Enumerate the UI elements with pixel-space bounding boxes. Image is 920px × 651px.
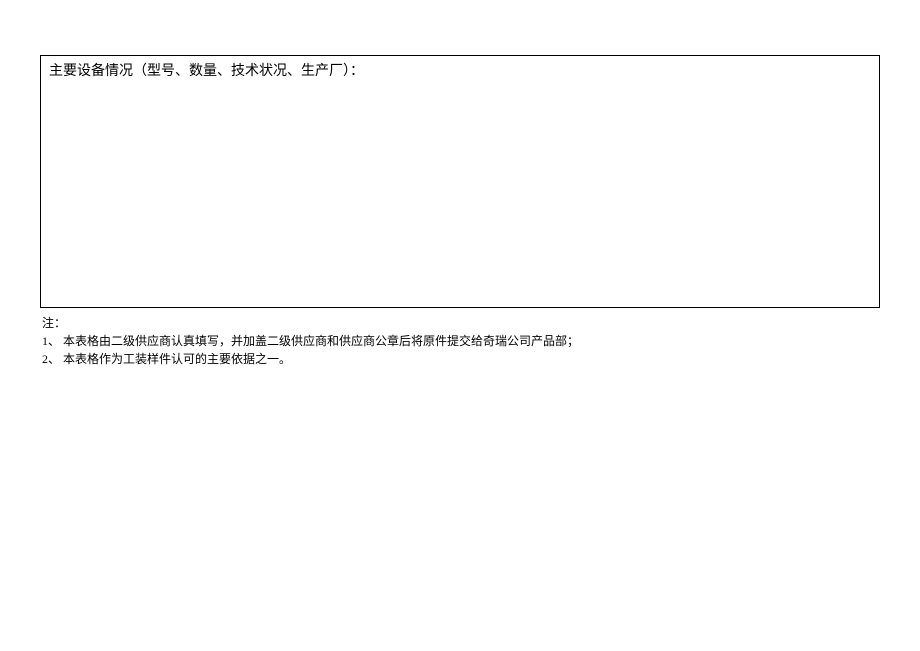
document-page: 主要设备情况（型号、数量、技术状况、生产厂）： 注： 1、 本表格由二级供应商认… — [0, 0, 920, 368]
equipment-info-box: 主要设备情况（型号、数量、技术状况、生产厂）： — [40, 55, 880, 308]
note-item-1: 1、 本表格由二级供应商认真填写，并加盖二级供应商和供应商公章后将原件提交给奇瑞… — [42, 332, 880, 350]
notes-header: 注： — [42, 314, 880, 332]
notes-section: 注： 1、 本表格由二级供应商认真填写，并加盖二级供应商和供应商公章后将原件提交… — [40, 314, 880, 368]
box-title: 主要设备情况（型号、数量、技术状况、生产厂）： — [49, 62, 871, 82]
note-item-2: 2、 本表格作为工装样件认可的主要依据之一。 — [42, 350, 880, 368]
